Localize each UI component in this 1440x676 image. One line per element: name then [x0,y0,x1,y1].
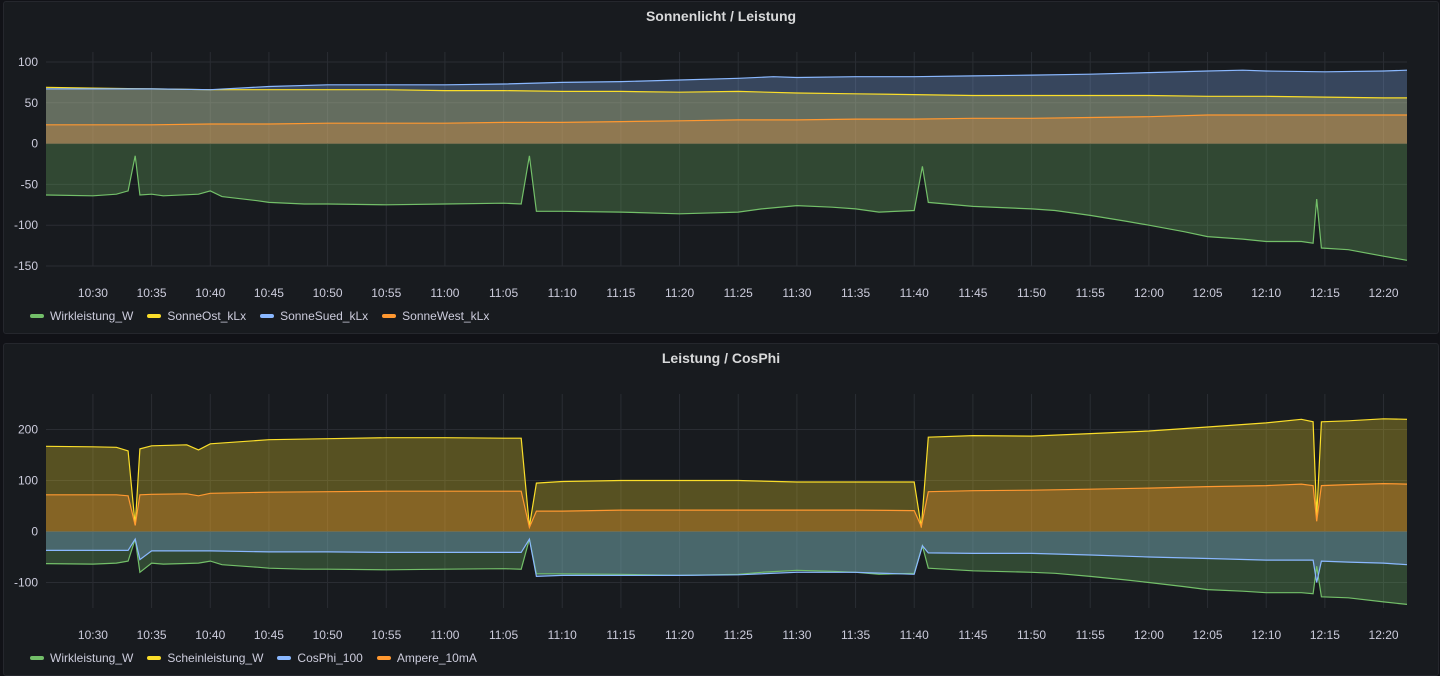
x-tick-label: 10:40 [195,628,225,642]
y-tick-label: 100 [18,55,38,69]
x-tick-label: 11:50 [1017,628,1046,642]
x-tick-label: 12:05 [1193,286,1223,300]
x-tick-label: 10:50 [313,628,343,642]
y-tick-label: 0 [31,137,38,151]
legend-label: CosPhi_100 [297,651,363,665]
legend-swatch [277,656,292,660]
x-tick-label: 11:50 [1017,286,1046,300]
x-tick-label: 11:55 [1076,628,1105,642]
legend-label: SonneSued_kLx [280,309,369,323]
legend-swatch [30,656,44,660]
x-tick-label: 11:05 [489,628,518,642]
x-tick-label: 11:35 [841,628,870,642]
legend-swatch [382,314,397,318]
y-tick-label: 200 [18,423,38,437]
x-tick-label: 10:55 [371,628,401,642]
x-tick-label: 11:20 [665,286,694,300]
legend-item-SonneSued_kLx[interactable]: SonneSued_kLx [260,309,368,323]
x-tick-label: 11:05 [489,286,518,300]
x-tick-label: 11:10 [548,628,577,642]
legend-item-Wirkleistung_W[interactable]: Wirkleistung_W [30,651,133,665]
x-tick-label: 12:00 [1134,286,1164,300]
chart-plot-area: 100 50 0 -50 -100 -150 10:30 10:35 10:40 10:45 10:… [14,52,1408,300]
chart-panel-leistung-cosphi: Leistung / CosPhi 200 100 0 -100 10:30 10:35 1… [3,343,1439,676]
y-tick-label: 100 [18,474,38,488]
chart-plot-area: 200 100 0 -100 10:30 10:35 10:40 10:45 10:50 10:5… [14,394,1408,642]
x-tick-label: 11:40 [900,286,929,300]
x-tick-label: 10:30 [78,286,108,300]
legend-swatch [147,656,162,660]
x-tick-label: 12:10 [1251,628,1281,642]
y-tick-label: -150 [14,259,38,273]
y-tick-label: -50 [21,177,39,191]
x-tick-label: 12:20 [1369,628,1399,642]
x-tick-label: 11:40 [900,628,929,642]
series-area-Wirkleistung_W [46,143,1407,261]
x-tick-label: 11:15 [606,628,635,642]
x-tick-label: 10:30 [78,628,108,642]
legend-label: SonneWest_kLx [402,309,490,323]
x-tick-label: 10:55 [371,286,401,300]
x-tick-label: 10:45 [254,286,284,300]
x-tick-label: 11:00 [430,286,459,300]
x-tick-label: 12:05 [1193,628,1223,642]
x-tick-label: 11:25 [724,628,753,642]
legend-label: Ampere_10mA [396,651,477,665]
x-tick-label: 12:20 [1369,286,1399,300]
chart-legend: Wirkleistung_W SonneOst_kLx SonneSued_kLx S… [30,309,489,323]
x-tick-label: 11:25 [724,286,753,300]
legend-item-SonneOst_kLx[interactable]: SonneOst_kLx [147,309,246,323]
y-tick-label: -100 [14,218,38,232]
legend-swatch [260,314,275,318]
legend-label: Wirkleistung_W [50,651,134,665]
x-tick-label: 11:15 [606,286,635,300]
x-tick-label: 11:35 [841,286,870,300]
chart-legend: Wirkleistung_W Scheinleistung_W CosPhi_100… [30,651,477,665]
legend-label: SonneOst_kLx [167,309,247,323]
x-tick-label: 10:40 [195,286,225,300]
y-tick-label: 0 [31,525,38,539]
x-tick-label: 10:35 [137,628,167,642]
x-tick-label: 11:00 [430,628,459,642]
x-tick-label: 10:35 [137,286,167,300]
y-tick-label: 50 [25,96,39,110]
chart-panel-sonnenlicht: Sonnenlicht / Leistung 100 50 0 -50 -100 -150… [3,1,1439,334]
x-tick-label: 12:10 [1251,286,1281,300]
x-tick-label: 11:45 [958,286,987,300]
legend-item-SonneWest_kLx[interactable]: SonneWest_kLx [382,309,489,323]
x-tick-label: 11:20 [665,628,694,642]
legend-swatch [30,314,44,318]
x-tick-label: 10:50 [313,286,343,300]
x-tick-label: 11:45 [958,628,987,642]
x-tick-label: 12:15 [1310,628,1340,642]
x-tick-label: 12:15 [1310,286,1340,300]
x-tick-label: 11:10 [548,286,577,300]
x-tick-label: 11:30 [782,286,811,300]
legend-swatch [147,314,162,318]
x-tick-label: 12:00 [1134,628,1164,642]
x-tick-label: 11:55 [1076,286,1105,300]
legend-label: Scheinleistung_W [167,651,264,665]
x-tick-label: 11:30 [782,628,811,642]
legend-item-Scheinleistung_W[interactable]: Scheinleistung_W [147,651,263,665]
legend-item-Ampere_10mA[interactable]: Ampere_10mA [376,651,477,665]
y-tick-label: -100 [14,576,38,590]
x-tick-label: 10:45 [254,628,284,642]
legend-item-Wirkleistung_W[interactable]: Wirkleistung_W [30,309,133,323]
legend-label: Wirkleistung_W [50,309,134,323]
legend-swatch [376,656,391,660]
legend-item-CosPhi_100[interactable]: CosPhi_100 [277,651,363,665]
